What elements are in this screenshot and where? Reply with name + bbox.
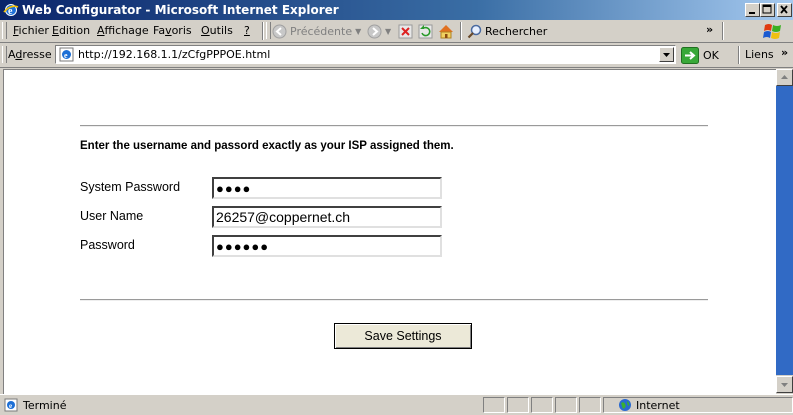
toolbar-separator — [738, 46, 740, 64]
divider — [80, 299, 708, 301]
toolbar-grip[interactable] — [2, 22, 7, 39]
page-content: Enter the username and passord exactly a… — [3, 69, 776, 394]
close-button[interactable] — [777, 3, 792, 17]
chevron-up-icon — [781, 75, 788, 79]
save-settings-button[interactable]: Save Settings — [334, 323, 472, 349]
globe-icon — [619, 399, 631, 411]
back-label: Précédente — [290, 24, 353, 38]
security-zone: Internet — [618, 398, 680, 412]
refresh-icon — [418, 24, 433, 38]
go-arrow-icon — [681, 46, 699, 64]
home-icon — [439, 24, 453, 38]
chevron-down-icon — [663, 53, 670, 57]
forward-dropdown-icon[interactable]: ▼ — [385, 27, 391, 36]
address-bar: Adresse e http://192.168.1.1/zCfgPPPOE.h… — [0, 43, 793, 68]
status-panel — [531, 397, 553, 413]
menu-outils[interactable]: Outils — [201, 24, 233, 37]
scroll-thumb[interactable] — [776, 86, 793, 375]
scroll-up-button[interactable] — [776, 69, 793, 86]
back-dropdown-icon[interactable]: ▼ — [355, 27, 361, 36]
refresh-button[interactable] — [418, 23, 433, 39]
instruction-text: Enter the username and passord exactly a… — [80, 140, 454, 152]
address-grip[interactable] — [2, 46, 7, 63]
toolbar-overflow-chevron-icon[interactable]: » — [706, 23, 713, 36]
address-url: http://192.168.1.1/zCfgPPPOE.html — [78, 48, 271, 61]
toolbar-separator — [460, 22, 462, 40]
window-title: Web Configurator - Microsoft Internet Ex… — [22, 3, 339, 17]
status-panel — [579, 397, 601, 413]
maximize-icon — [762, 4, 772, 14]
links-overflow-chevron-icon[interactable]: » — [781, 46, 788, 59]
chevron-down-icon — [781, 383, 788, 387]
status-panel — [483, 397, 505, 413]
go-button[interactable]: OK — [681, 46, 719, 64]
ie-page-icon: e — [59, 47, 74, 62]
maximize-button[interactable] — [760, 3, 775, 17]
status-bar: e Terminé Internet — [0, 394, 793, 415]
minimize-icon — [749, 12, 755, 14]
status-text: Terminé — [23, 399, 67, 412]
scroll-down-button[interactable] — [776, 376, 793, 393]
toolbar-separator — [262, 22, 264, 40]
address-dropdown-button[interactable] — [659, 47, 674, 62]
status-panel — [507, 397, 529, 413]
menu-help[interactable]: ? — [244, 24, 250, 37]
search-label: Rechercher — [485, 24, 548, 38]
svg-text:e: e — [9, 402, 12, 410]
svg-text:e: e — [64, 51, 68, 60]
status-panel — [555, 397, 577, 413]
minimize-button[interactable] — [745, 3, 760, 17]
password-input[interactable]: ●●●●●● — [212, 235, 442, 257]
divider — [80, 125, 708, 127]
title-bar[interactable]: e Web Configurator - Microsoft Internet … — [0, 0, 793, 20]
toolbar-grip[interactable] — [266, 22, 271, 39]
menu-affichage[interactable]: Affichage — [97, 24, 149, 37]
user-name-input[interactable]: 26257@coppernet.ch — [212, 206, 442, 228]
toolbar-separator — [722, 22, 724, 40]
close-icon — [780, 5, 788, 14]
search-icon — [467, 24, 482, 38]
links-button[interactable]: Liens — [745, 48, 774, 61]
back-button[interactable]: Précédente ▼ — [272, 23, 361, 39]
system-password-input[interactable]: ●●●● — [212, 177, 442, 199]
user-name-label: User Name — [80, 209, 144, 223]
stop-icon — [398, 24, 413, 38]
search-button[interactable]: Rechercher — [467, 23, 547, 39]
back-arrow-icon — [272, 24, 287, 38]
forward-arrow-icon — [367, 24, 382, 38]
windows-logo-icon — [763, 24, 781, 39]
page-done-icon: e — [4, 398, 18, 412]
home-button[interactable] — [438, 23, 454, 39]
password-label: Password — [80, 238, 135, 252]
menu-edition[interactable]: Edition — [52, 24, 90, 37]
vertical-scrollbar[interactable] — [776, 69, 793, 393]
address-input[interactable]: e http://192.168.1.1/zCfgPPPOE.html — [55, 45, 676, 64]
menu-fichier[interactable]: Fichier — [13, 24, 49, 37]
address-label: Adresse — [8, 48, 52, 61]
stop-button[interactable] — [398, 23, 413, 39]
go-label: OK — [703, 48, 719, 62]
system-password-label: System Password — [80, 180, 181, 194]
menu-favoris[interactable]: Favoris — [153, 24, 192, 37]
menu-bar: Fichier Edition Affichage Favoris Outils… — [0, 20, 793, 43]
forward-button[interactable]: ▼ — [367, 23, 391, 39]
zone-label: Internet — [636, 398, 680, 412]
ie-logo-icon: e — [3, 4, 19, 17]
